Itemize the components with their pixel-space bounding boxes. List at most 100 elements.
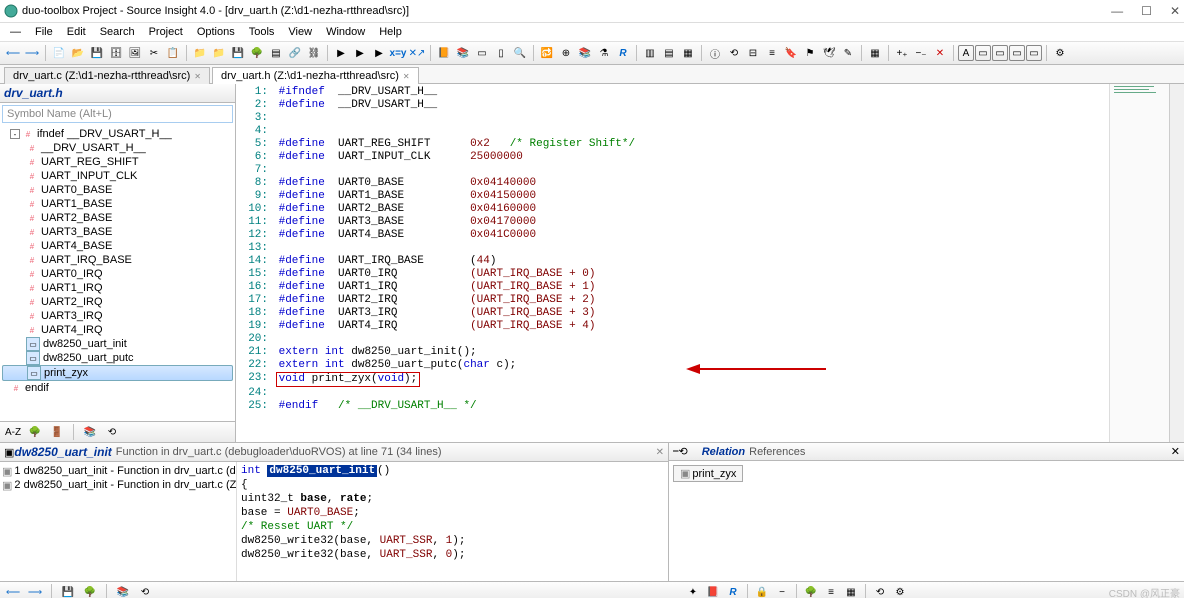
box-b-icon[interactable]: ▭ — [975, 45, 991, 61]
cut-icon[interactable]: ✂ — [145, 44, 163, 62]
list-icon[interactable]: ▤ — [267, 44, 285, 62]
save-all-icon[interactable]: 🗄 — [107, 44, 125, 62]
indent-icon[interactable]: ≡ — [763, 44, 781, 62]
code-line[interactable]: 2: #define __DRV_USART_H__ — [236, 99, 1184, 112]
code-line[interactable]: 1: #ifndef __DRV_USART_H__ — [236, 86, 1184, 99]
tree-item[interactable]: #UART3_BASE — [2, 225, 233, 239]
letter-r2-icon[interactable]: R — [724, 583, 742, 598]
tab-close-icon[interactable]: ✕ — [194, 72, 201, 81]
menu-dash[interactable]: — — [4, 25, 27, 39]
cascade-icon[interactable]: ▦ — [679, 44, 697, 62]
replace2-icon[interactable]: ⊕ — [557, 44, 575, 62]
menu-help[interactable]: Help — [373, 25, 408, 39]
go-icon[interactable]: ▶ — [332, 44, 350, 62]
tab-drv-uart-h[interactable]: drv_uart.h (Z:\d1-nezha-rtthread\src) ✕ — [212, 67, 419, 84]
symbol-tree[interactable]: -#ifndef __DRV_USART_H__#__DRV_USART_H__… — [0, 125, 235, 421]
pencil-icon[interactable]: ✎ — [839, 44, 857, 62]
box-d-icon[interactable]: ▭ — [1009, 45, 1025, 61]
code-line[interactable]: 8: #define UART0_BASE 0x04140000 — [236, 177, 1184, 190]
tree-item[interactable]: #UART2_BASE — [2, 211, 233, 225]
tile-v-icon[interactable]: ▤ — [660, 44, 678, 62]
link2-icon[interactable]: ⛓ — [305, 44, 323, 62]
tree-item[interactable]: ▭dw8250_uart_putc — [2, 351, 233, 365]
new-icon[interactable]: 📄 — [50, 44, 68, 62]
code-line[interactable]: 25: #endif /* __DRV_USART_H__ */ — [236, 400, 1184, 413]
flag-icon[interactable]: ⚑ — [801, 44, 819, 62]
books2-icon[interactable]: 📚 — [576, 44, 594, 62]
relation-item[interactable]: ▣ print_zyx — [673, 465, 743, 482]
tree-item[interactable]: #UART4_BASE — [2, 239, 233, 253]
context-close-icon[interactable]: ✕ — [656, 447, 664, 458]
folder-icon[interactable]: 📁 — [191, 44, 209, 62]
forward-icon[interactable]: ⟶ — [23, 44, 41, 62]
refresh2-icon[interactable]: ⟲ — [136, 583, 154, 598]
script-icon[interactable]: ⚙ — [1051, 44, 1069, 62]
star-icon[interactable]: ✦ — [684, 583, 702, 598]
list-item[interactable]: ▣1 dw8250_uart_init - Function in drv_ua… — [2, 464, 234, 478]
tree-item[interactable]: #__DRV_USART_H__ — [2, 141, 233, 155]
folder2-icon[interactable]: 📁 — [210, 44, 228, 62]
tree-item[interactable]: #endif — [2, 381, 233, 395]
door-icon[interactable]: 🚪 — [48, 423, 66, 441]
letter-r-icon[interactable]: R — [614, 44, 632, 62]
code-line[interactable]: 3: — [236, 112, 1184, 125]
box-e-icon[interactable]: ▭ — [1026, 45, 1042, 61]
tree-item[interactable]: -#ifndef __DRV_USART_H__ — [2, 127, 233, 141]
tree-item[interactable]: ▭print_zyx — [2, 365, 233, 381]
tree-item[interactable]: #UART4_IRQ — [2, 323, 233, 337]
tile-h-icon[interactable]: ▥ — [641, 44, 659, 62]
tree-item[interactable]: #UART0_IRQ — [2, 267, 233, 281]
sep2-icon[interactable]: ▶ — [370, 44, 388, 62]
tree-item[interactable]: #UART2_IRQ — [2, 295, 233, 309]
tree-item[interactable]: #UART_REG_SHIFT — [2, 155, 233, 169]
code-editor[interactable]: 1: #ifndef __DRV_USART_H__2: #define __D… — [236, 84, 1184, 442]
tab-drv-uart-c[interactable]: drv_uart.c (Z:\d1-nezha-rtthread\src) ✕ — [4, 67, 210, 84]
save2-icon[interactable]: 💾 — [229, 44, 247, 62]
code-line[interactable]: 6: #define UART_INPUT_CLK 25000000 — [236, 151, 1184, 164]
minus-sub-icon[interactable]: −₋ — [912, 44, 930, 62]
books4-icon[interactable]: 📚 — [114, 583, 132, 598]
menu-window[interactable]: Window — [320, 25, 371, 39]
code-line[interactable]: 13: — [236, 242, 1184, 255]
save-icon[interactable]: 💾 — [88, 44, 106, 62]
gear-icon[interactable]: ⚙ — [891, 583, 909, 598]
back-icon[interactable]: ⟵ — [4, 44, 22, 62]
context-code[interactable]: int dw8250_uart_init(){ uint32_t base, r… — [237, 462, 668, 581]
close-button[interactable]: ✕ — [1170, 4, 1180, 18]
book2-icon[interactable]: 📕 — [704, 583, 722, 598]
code-line[interactable]: 14: #define UART_IRQ_BASE (44) — [236, 255, 1184, 268]
code-line[interactable]: 4: — [236, 125, 1184, 138]
code-line[interactable]: 7: — [236, 164, 1184, 177]
code-line[interactable]: 16: #define UART1_IRQ (UART_IRQ_BASE + 1… — [236, 281, 1184, 294]
editor-scrollbar[interactable] — [1169, 84, 1184, 442]
link-icon[interactable]: 🔗 — [286, 44, 304, 62]
tree-item[interactable]: #UART0_BASE — [2, 183, 233, 197]
doc-icon[interactable]: ▯ — [492, 44, 510, 62]
code-line[interactable]: 11: #define UART3_BASE 0x04170000 — [236, 216, 1184, 229]
graph-icon[interactable]: ⟲ — [725, 44, 743, 62]
books3-icon[interactable]: 📚 — [81, 423, 99, 441]
filter-icon[interactable]: ⚗ — [595, 44, 613, 62]
code-line[interactable]: 15: #define UART0_IRQ (UART_IRQ_BASE + 0… — [236, 268, 1184, 281]
code-line[interactable]: 20: — [236, 333, 1184, 346]
az-icon[interactable]: A-Z — [4, 423, 22, 441]
tree4-icon[interactable]: 🌳 — [802, 583, 820, 598]
relation-close-icon[interactable]: ✕ — [1171, 445, 1180, 458]
book-icon[interactable]: 📙 — [435, 44, 453, 62]
code-line[interactable]: 5: #define UART_REG_SHIFT 0x2 /* Registe… — [236, 138, 1184, 151]
books-icon[interactable]: 📚 — [454, 44, 472, 62]
code-line[interactable]: 18: #define UART3_IRQ (UART_IRQ_BASE + 3… — [236, 307, 1184, 320]
tree-item[interactable]: #UART3_IRQ — [2, 309, 233, 323]
code-line[interactable]: 10: #define UART2_BASE 0x04160000 — [236, 203, 1184, 216]
close-x-icon[interactable]: ✕ — [931, 44, 949, 62]
menu-tools[interactable]: Tools — [243, 25, 281, 39]
refresh-icon[interactable]: ⟲ — [103, 423, 121, 441]
menu-options[interactable]: Options — [191, 25, 241, 39]
tree-view-icon[interactable]: 🌳 — [26, 423, 44, 441]
window-icon[interactable]: ▭ — [473, 44, 491, 62]
list2-icon[interactable]: ≡ — [822, 583, 840, 598]
forward2-icon[interactable]: ⟶ — [26, 583, 44, 598]
print-icon[interactable]: 🖼 — [126, 44, 144, 62]
box-c-icon[interactable]: ▭ — [992, 45, 1008, 61]
info-icon[interactable]: ⓘ — [706, 44, 724, 62]
